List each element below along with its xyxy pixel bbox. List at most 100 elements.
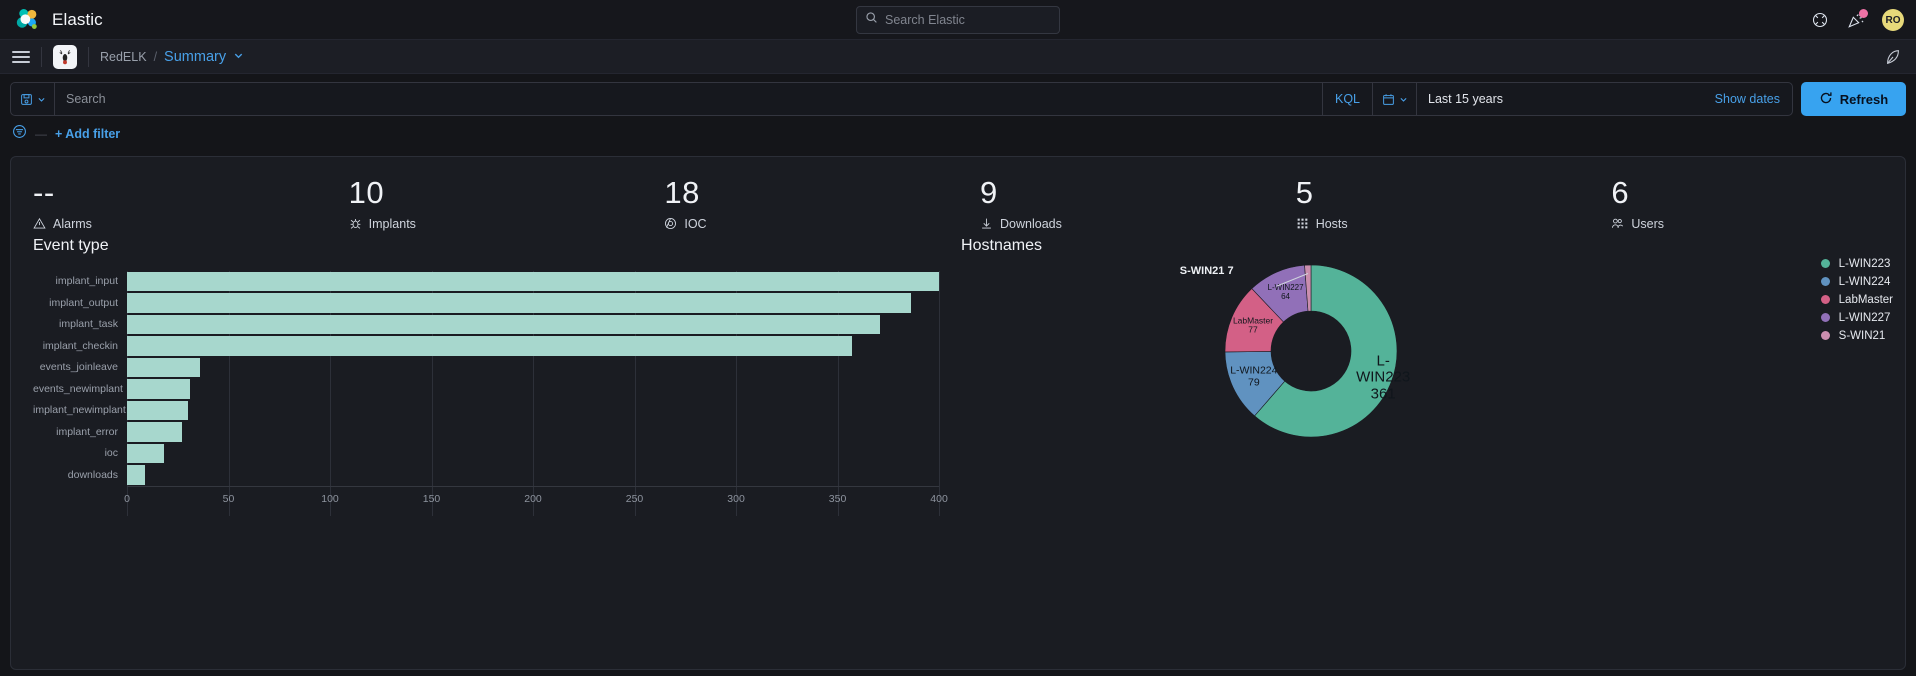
warning-triangle-icon — [33, 217, 46, 230]
add-filter-button[interactable]: + Add filter — [55, 127, 120, 141]
x-tick-label: 250 — [625, 492, 644, 505]
bar-category-label: implant_checkin — [42, 339, 118, 352]
x-tick-label: 300 — [727, 492, 745, 505]
hostnames-chart: Hostnames L-WIN223 361 L-WIN224 79 LabMaster… — [939, 237, 1905, 516]
brand-name: Elastic — [52, 9, 103, 29]
help-circle-icon[interactable] — [1810, 10, 1830, 30]
metric-downloads[interactable]: 9 Downloads — [958, 175, 1274, 231]
bar-row[interactable]: implant_output — [33, 292, 939, 314]
bar-row[interactable]: ioc — [33, 443, 939, 465]
event-type-chart: Event type implant_input implant_output im… — [11, 236, 948, 516]
bar-row[interactable]: implant_newimplant — [33, 400, 939, 422]
chart-title-hostnames: Hostnames — [961, 236, 1042, 254]
hamburger-menu-icon[interactable] — [12, 48, 30, 66]
bar-row[interactable]: implant_error — [33, 421, 939, 443]
bar-fill[interactable] — [127, 357, 201, 378]
metric-label: Users — [1631, 216, 1665, 231]
x-axis-ticks: 0 50 100 150 200 250 300 350 400 — [124, 486, 948, 508]
bar-fill[interactable] — [127, 271, 940, 292]
metrics-row: -- Alarms 10 Implants 18 IOC 9 Downloads… — [11, 157, 1905, 231]
bar-chart[interactable]: implant_input implant_output implant_taski… — [33, 270, 948, 516]
bar-row[interactable]: events_joinleave — [33, 357, 939, 379]
download-icon — [980, 217, 993, 230]
bar-row[interactable]: downloads — [33, 464, 939, 486]
redelk-deer-logo[interactable] — [53, 44, 77, 69]
breadcrumb-bar: RedELK / Summary — [0, 40, 1916, 74]
bar-track — [127, 357, 939, 379]
metric-ioc[interactable]: 18 IOC — [642, 175, 958, 231]
query-language-button[interactable]: KQL — [1321, 83, 1372, 115]
metric-implants[interactable]: 10 Implants — [327, 175, 643, 231]
bar-category-label: ioc — [104, 447, 118, 460]
bar-fill[interactable] — [127, 465, 146, 485]
metric-alarms[interactable]: -- Alarms — [11, 175, 327, 231]
legend-color-dot — [1820, 331, 1830, 341]
metric-label: IOC — [684, 216, 707, 231]
bar-fill[interactable] — [127, 314, 881, 335]
metric-hosts[interactable]: 5 Hosts — [1274, 175, 1590, 231]
x-tick-label: 100 — [321, 492, 339, 505]
metric-label-group: Hosts — [1296, 217, 1590, 231]
metric-label-group: IOC — [664, 217, 958, 231]
bar-fill[interactable] — [127, 443, 164, 464]
legend-label: L-WIN224 — [1838, 275, 1891, 288]
bug-icon — [349, 217, 362, 230]
bar-category-label: events_newimplant — [33, 382, 123, 395]
bar-fill[interactable] — [127, 293, 911, 313]
dashboard-panel: -- Alarms 10 Implants 18 IOC 9 Downloads… — [10, 156, 1906, 670]
bar-category-label: implant_task — [59, 318, 118, 331]
bar-row[interactable]: implant_input — [33, 271, 940, 293]
filter-bar: — + Add filter — [0, 116, 1916, 152]
divider — [41, 46, 42, 67]
search-input[interactable]: Search — [55, 83, 1322, 115]
bar-row[interactable]: events_newimplant — [33, 378, 939, 400]
bar-track — [127, 271, 940, 293]
target-icon — [664, 217, 677, 230]
x-tick-label: 350 — [828, 492, 847, 505]
bar-track — [127, 421, 939, 443]
legend-item[interactable]: L-WIN227 — [1820, 309, 1893, 327]
refresh-label: Refresh — [1839, 91, 1889, 107]
donut-chart[interactable]: L-WIN223 361 L-WIN224 79 LabMaster 77 L-WIN227… — [1180, 263, 1410, 444]
global-search-input[interactable]: Search Elastic — [856, 5, 1060, 34]
bar-fill[interactable] — [127, 400, 188, 421]
metric-label-group: Alarms — [33, 217, 327, 231]
metric-users[interactable]: 6 Users — [1589, 175, 1905, 231]
donut-callout-label: S-WIN21 7 — [1179, 264, 1234, 277]
legend-item[interactable]: S-WIN21 — [1820, 327, 1893, 345]
show-dates-button[interactable]: Show dates — [1703, 83, 1792, 115]
legend-item[interactable]: L-WIN223 — [1820, 255, 1893, 273]
breadcrumb-active[interactable]: Summary — [164, 49, 226, 65]
bar-fill[interactable] — [127, 379, 190, 399]
filter-settings-icon[interactable] — [12, 124, 27, 144]
refresh-button[interactable]: Refresh — [1801, 82, 1906, 116]
bar-category-label: events_joinleave — [39, 361, 118, 374]
metric-label-group: Implants — [349, 217, 643, 231]
legend-item[interactable]: L-WIN224 — [1820, 273, 1893, 291]
bar-category-label: implant_output — [49, 296, 118, 309]
legend-color-dot — [1820, 259, 1830, 269]
legend-item[interactable]: LabMaster — [1820, 291, 1893, 309]
legend-label: L-WIN227 — [1838, 311, 1891, 324]
chart-title-event-type: Event type — [33, 236, 109, 254]
bar-fill[interactable] — [127, 336, 852, 356]
date-range-value[interactable]: Last 15 years — [1417, 83, 1703, 115]
breadcrumb-root[interactable]: RedELK — [100, 50, 147, 64]
bar-category-label: implant_input — [55, 275, 118, 288]
search-icon — [865, 11, 878, 29]
chevron-down-icon[interactable] — [233, 50, 244, 64]
bar-row[interactable]: implant_checkin — [33, 335, 939, 357]
bar-rows: implant_input implant_output implant_taski… — [33, 271, 940, 486]
donut-wrap[interactable]: L-WIN223 361 L-WIN224 79 LabMaster 77 L-WIN227… — [961, 261, 1905, 511]
kibana-feather-icon[interactable] — [1884, 48, 1902, 66]
bar-fill[interactable] — [127, 422, 182, 442]
saved-query-button[interactable] — [11, 83, 55, 115]
bar-track — [127, 400, 939, 422]
calendar-icon[interactable] — [1373, 83, 1417, 115]
legend-label: LabMaster — [1838, 293, 1893, 306]
avatar[interactable]: RO — [1882, 9, 1904, 31]
elastic-logo[interactable] — [14, 7, 40, 33]
bar-row[interactable]: implant_task — [33, 314, 939, 336]
party-popper-icon[interactable] — [1846, 9, 1868, 30]
metric-label: Implants — [368, 216, 416, 231]
